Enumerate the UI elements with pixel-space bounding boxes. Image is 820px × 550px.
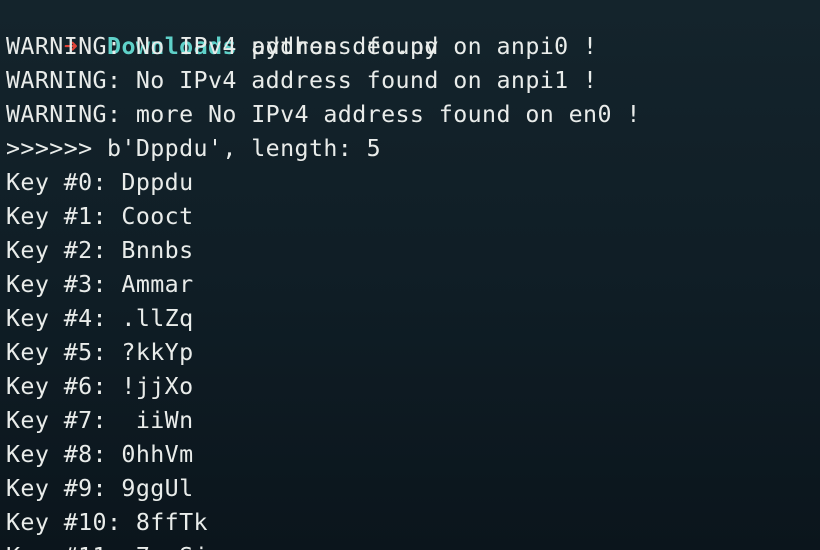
output-line: Key #3: Ammar (6, 271, 194, 298)
output-line: Key #6: !jjXo (6, 373, 194, 400)
output-line: Key #5: ?kkYp (6, 339, 194, 366)
output-line: Key #9: 9ggUl (6, 475, 194, 502)
output-line: Key #2: Bnnbs (6, 237, 194, 264)
output-line: WARNING: more No IPv4 address found on e… (6, 101, 641, 128)
output-line: WARNING: No IPv4 address found on anpi1 … (6, 67, 598, 94)
output-line: >>>>>> b'Dppdu', length: 5 (6, 135, 382, 162)
output-line: WARNING: No IPv4 address found on anpi0 … (6, 33, 598, 60)
output-line: Key #0: Dppdu (6, 169, 194, 196)
prompt-line: ➜ Downloads python dec.py (6, 0, 439, 60)
output-line: Key #10: 8ffTk (6, 509, 208, 536)
output-line: Key #11: 7eeSj (6, 540, 208, 550)
output-line: Key #8: 0hhVm (6, 441, 194, 468)
output-line: Key #4: .llZq (6, 305, 194, 332)
terminal-window[interactable]: ➜ Downloads python dec.py WARNING: No IP… (0, 0, 820, 550)
output-line: Key #7: iiWn (6, 407, 194, 434)
output-line: Key #1: Cooct (6, 203, 194, 230)
